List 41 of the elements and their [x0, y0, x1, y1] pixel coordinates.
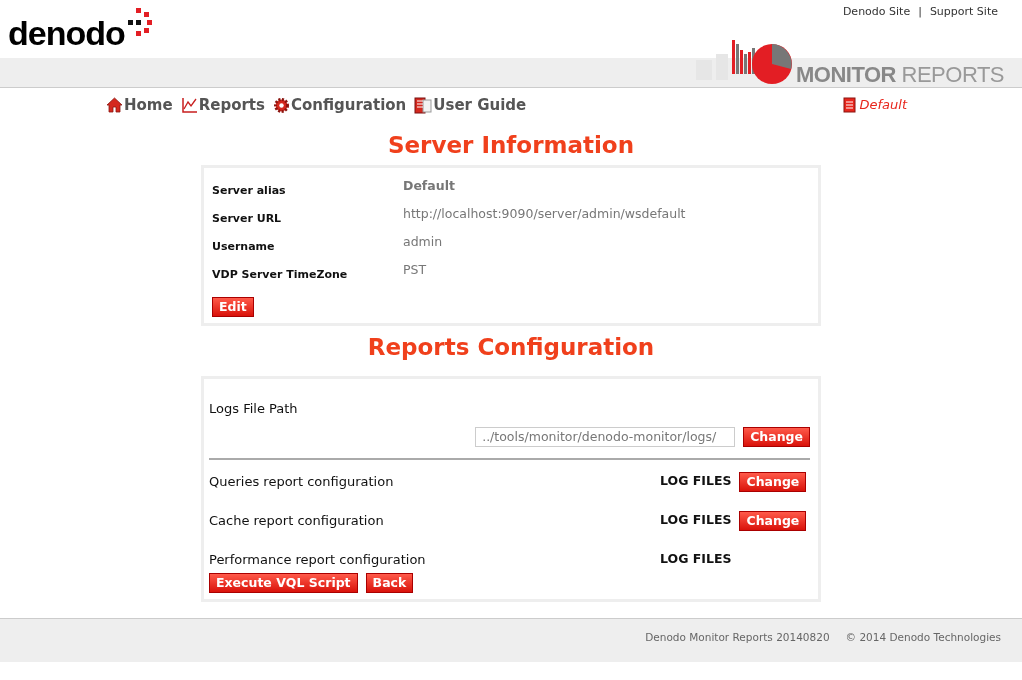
footer-copyright: © 2014 Denodo Technologies: [845, 629, 1001, 645]
nav-link[interactable]: User Guide: [414, 93, 527, 117]
server-link[interactable]: Default: [859, 95, 907, 115]
header-link[interactable]: Support Site: [929, 4, 998, 21]
house-icon: [106, 97, 123, 113]
nav-link[interactable]: Reports: [180, 93, 265, 117]
field-value: PST: [403, 261, 427, 279]
field-label: Logs File Path: [209, 400, 299, 418]
field-value: Default: [403, 177, 455, 195]
change-button[interactable]: Change: [739, 510, 807, 531]
change-button[interactable]: Change: [743, 426, 810, 447]
field-label: Cache report configuration: [209, 511, 384, 530]
field-value: admin: [403, 233, 443, 251]
logo-text: denodo: [8, 16, 125, 50]
field-label: Server URL: [212, 211, 283, 227]
change-button[interactable]: Change: [739, 471, 807, 492]
header-link[interactable]: Denodo Site: [842, 4, 911, 21]
field-label: VDP Server TimeZone: [212, 267, 349, 283]
report-source: LOG FILES: [660, 549, 732, 568]
report-source: LOG FILES: [660, 472, 732, 491]
gear-icon: [272, 96, 290, 114]
report-source: LOG FILES: [660, 511, 732, 530]
nav-link[interactable]: Home: [106, 93, 173, 117]
action-button[interactable]: Execute VQL Script: [209, 572, 358, 593]
footer-version: Denodo Monitor Reports 20140820: [645, 629, 830, 645]
path-field[interactable]: ../tools/monitor/denodo-monitor/logs/: [475, 426, 736, 447]
section-title: Reports Configuration: [366, 336, 656, 359]
book-icon: [414, 96, 433, 114]
link-separator: |: [918, 4, 922, 20]
field-label: Queries report configuration: [209, 472, 394, 491]
field-label: Server alias: [212, 183, 287, 199]
edit-button[interactable]: Edit: [212, 297, 254, 317]
field-label: Performance report configuration: [209, 550, 426, 569]
chart-icon: [180, 97, 198, 113]
field-label: Username: [212, 239, 276, 255]
nav-link[interactable]: Configuration: [272, 93, 407, 117]
action-button[interactable]: Back: [365, 572, 414, 593]
server-icon: [842, 97, 856, 113]
banner-title: MONITOR REPORTS: [795, 64, 1004, 86]
section-title: Server Information: [386, 134, 636, 157]
field-value: http://localhost:9090/server/admin/wsdefault: [403, 205, 686, 223]
